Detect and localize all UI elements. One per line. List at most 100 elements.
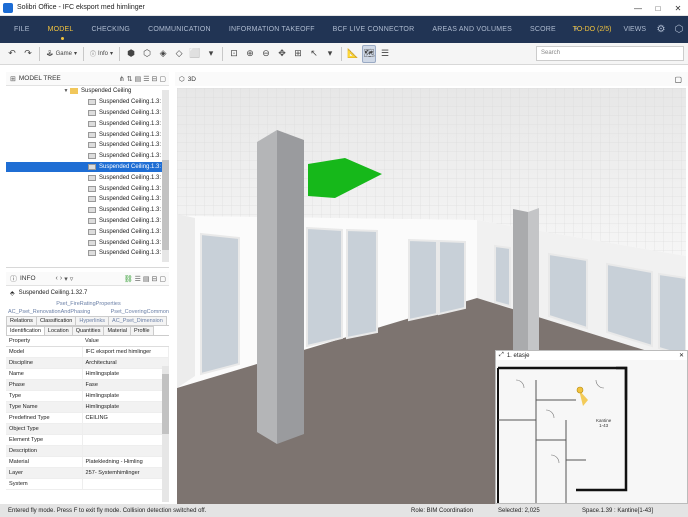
game-mode-button[interactable]: 🕹 Game ▾ (44, 45, 79, 63)
menu-score[interactable]: SCORE (521, 16, 565, 43)
layers-icon[interactable]: ☰ (378, 45, 392, 63)
tab-quantities[interactable]: Quantities (71, 326, 105, 335)
menu-checking[interactable]: CHECKING (83, 16, 140, 43)
collapse-icon[interactable]: ▿ (70, 275, 74, 283)
close-button[interactable]: ✕ (668, 0, 688, 16)
hide-icon[interactable]: ◈ (156, 45, 170, 63)
menu-information-takeoff[interactable]: INFORMATION TAKEOFF (220, 16, 324, 43)
expand-triangle-icon[interactable]: ▼ (62, 88, 70, 94)
link-icon[interactable]: ⛓ (124, 275, 133, 283)
lock-icon[interactable]: ⊟ (152, 75, 158, 83)
tree-item[interactable]: Suspended Ceiling.1.3: (6, 140, 169, 151)
tree-item[interactable]: Suspended Ceiling.1.3: (6, 183, 169, 194)
chevron-down-icon[interactable]: ▾ (64, 275, 68, 283)
column-header-property[interactable]: Property (6, 336, 82, 347)
property-row[interactable]: Object Type (6, 423, 169, 435)
tab-ac-pset-dimension[interactable]: AC_Pset_Dimension (108, 316, 167, 325)
tree-item[interactable]: Suspended Ceiling.1.3: (6, 237, 169, 248)
views-button[interactable]: VIEWS (617, 26, 652, 33)
select-arrow-icon[interactable]: ↖ (307, 45, 321, 63)
window-icon[interactable]: ▢ (159, 75, 166, 83)
minimap-close-icon[interactable]: ✕ (679, 352, 684, 359)
tab-location[interactable]: Location (43, 326, 73, 335)
property-row[interactable]: Phase Fase (6, 379, 169, 391)
redo-icon[interactable]: ↷ (21, 45, 35, 63)
filter-icon[interactable]: ▤ (135, 75, 142, 83)
tab-pset-covering-common[interactable]: Pset_CoveringCommon (111, 308, 169, 316)
tab-identification[interactable]: Identification (6, 326, 45, 335)
zoom-in-icon[interactable]: ⊕ (243, 45, 257, 63)
menu-bcf-live-connector[interactable]: BCF LIVE CONNECTOR (324, 16, 424, 43)
property-row[interactable]: Predefined Type CEILING (6, 412, 169, 424)
tree-folder[interactable]: ▼ Suspended Ceiling (6, 86, 169, 97)
filter-icon[interactable]: ▤ (143, 275, 150, 283)
info-mode-button[interactable]: ⓘ Info ▾ (88, 45, 115, 63)
menu-communication[interactable]: COMMUNICATION (139, 16, 220, 43)
menu-file[interactable]: FILE (0, 16, 39, 43)
back-arrow-icon[interactable]: ‹ (56, 275, 58, 283)
scrollbar-thumb[interactable] (162, 160, 169, 250)
select-objects-icon[interactable]: ⬢ (124, 45, 138, 63)
measure-icon[interactable]: ✥ (275, 45, 289, 63)
column-near[interactable] (257, 130, 277, 444)
zoom-out-icon[interactable]: ⊖ (259, 45, 273, 63)
floor-plan-map[interactable] (496, 360, 687, 503)
tree-item[interactable]: Suspended Ceiling.1.3: (6, 216, 169, 227)
solibri-cube-icon[interactable]: ⬡ (670, 24, 688, 35)
lock-icon[interactable]: ⊟ (152, 275, 158, 283)
tab-profile[interactable]: Profile (130, 326, 154, 335)
undo-icon[interactable]: ↶ (5, 45, 19, 63)
tree-item[interactable]: Suspended Ceiling.1.3: (6, 108, 169, 119)
isolate-icon[interactable]: ⬡ (140, 45, 154, 63)
property-row[interactable]: Model IFC eksport med himlinger (6, 346, 169, 358)
tab-classification[interactable]: Classification (35, 316, 77, 325)
transparency-icon[interactable]: ◇ (172, 45, 186, 63)
tab-pset-firerating[interactable]: Pset_FireRatingProperties (56, 301, 121, 307)
tree-item[interactable]: Suspended Ceiling.1.3: (6, 205, 169, 216)
sort-icon[interactable]: ⇅ (127, 75, 133, 83)
map-icon[interactable]: 🗺 (362, 44, 377, 63)
tab-ac-pset-renovation[interactable]: AC_Pset_RenovationAndPhasing (8, 308, 90, 316)
window-icon[interactable]: ▢ (159, 275, 166, 283)
menu-areas-and-volumes[interactable]: AREAS AND VOLUMES (423, 16, 521, 43)
tree-item[interactable]: Suspended Ceiling.1.3: (6, 161, 169, 173)
property-row[interactable]: Name Himlingsplate (6, 368, 169, 380)
list-icon[interactable]: ☰ (135, 275, 141, 283)
tree-item[interactable]: Suspended Ceiling.1.3: (6, 118, 169, 129)
property-row[interactable]: System (6, 478, 169, 490)
tree-item[interactable]: Suspended Ceiling.1.3: (6, 226, 169, 237)
tab-material[interactable]: Material (103, 326, 132, 335)
minimize-button[interactable]: — (628, 0, 648, 16)
list-icon[interactable]: ☰ (143, 75, 149, 83)
settings-icon[interactable]: ⚙ (652, 24, 670, 35)
chevron-down-icon[interactable]: ▾ (204, 45, 218, 63)
hierarchy-icon[interactable]: ⋔ (119, 75, 125, 83)
forward-arrow-icon[interactable]: › (60, 275, 62, 283)
info-scrollbar[interactable] (162, 366, 169, 502)
property-row[interactable]: Element Type (6, 434, 169, 446)
view-cube-icon[interactable]: ⬜ (188, 45, 202, 63)
tab-relations[interactable]: Relations (6, 316, 37, 325)
maximize-view-icon[interactable]: ▢ (674, 75, 682, 84)
todo-button[interactable]: TO-DO (2/5) (567, 26, 618, 33)
menu-model[interactable]: MODEL (39, 16, 83, 43)
property-row[interactable]: Type Name Himlingsplate (6, 401, 169, 413)
ruler-icon[interactable]: 📐 (346, 45, 360, 63)
section-icon[interactable]: ⊞ (291, 45, 305, 63)
scrollbar-thumb[interactable] (162, 374, 169, 434)
minimap-panel[interactable]: ⤢ 1. etasje ✕ Kantine 1-43 (495, 350, 688, 504)
tree-item[interactable]: Suspended Ceiling.1.3: (6, 172, 169, 183)
tree-item[interactable]: Suspended Ceiling.1.3: (6, 151, 169, 162)
search-input[interactable]: Search (536, 46, 684, 61)
minimap-expand-icon[interactable]: ⤢ (499, 352, 504, 359)
tree-item[interactable]: Suspended Ceiling.1.3: (6, 129, 169, 140)
tree-item[interactable]: Suspended Ceiling.1.3: (6, 194, 169, 205)
tree-scrollbar[interactable] (162, 90, 169, 262)
tree-item[interactable]: Suspended Ceiling.1.3: (6, 248, 169, 259)
property-row[interactable]: Description (6, 445, 169, 457)
tree-item[interactable]: Suspended Ceiling.1.3: (6, 97, 169, 108)
property-row[interactable]: Discipline Architectural (6, 357, 169, 369)
property-row[interactable]: Layer 257- Systemhimlinger (6, 467, 169, 479)
property-row[interactable]: Type Himlingsplate (6, 390, 169, 402)
property-row[interactable]: Material Platekledning - Himling (6, 456, 169, 468)
